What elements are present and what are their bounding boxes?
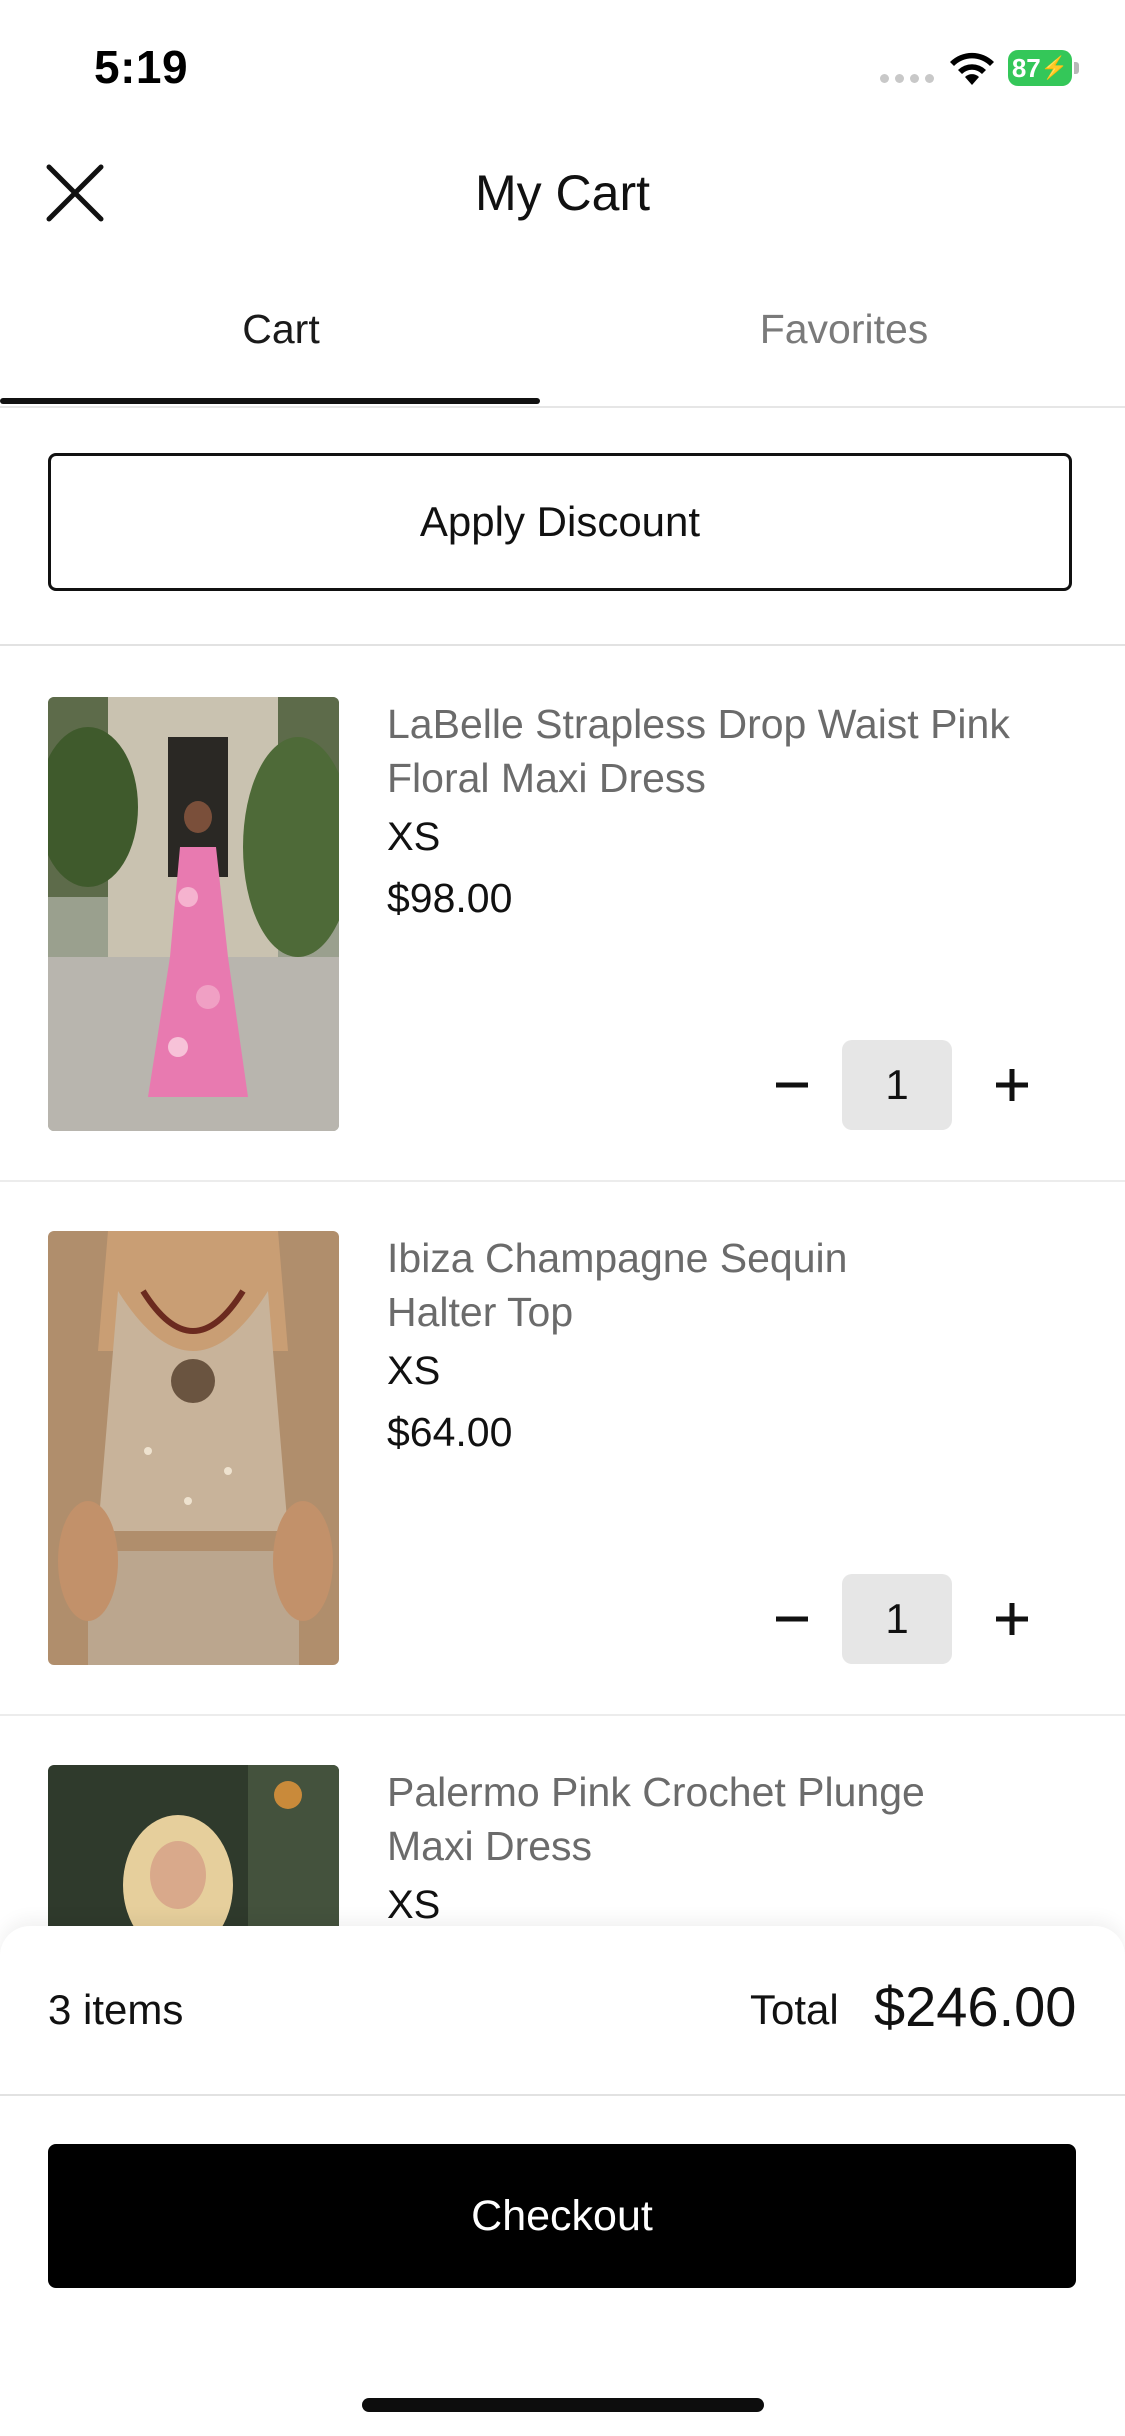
apply-discount-button[interactable]: Apply Discount	[48, 453, 1072, 591]
cart-item: LaBelle Strapless Drop Waist Pink Floral…	[0, 697, 1125, 1181]
increase-quantity-button[interactable]	[972, 1040, 1052, 1130]
divider	[0, 2094, 1125, 2096]
product-name[interactable]: Ibiza Champagne Sequin Halter Top	[387, 1231, 907, 1339]
increase-quantity-button[interactable]	[972, 1574, 1052, 1664]
total-amount: $246.00	[874, 1975, 1077, 2038]
items-count: 3 items	[48, 1986, 184, 2033]
quantity-value: 1	[842, 1574, 952, 1664]
product-price: $64.00	[387, 1409, 513, 1455]
battery-icon: 87 ⚡	[1008, 50, 1079, 86]
product-size: XS	[387, 1883, 441, 1927]
tab-favorites[interactable]: Favorites	[563, 290, 1125, 406]
minus-icon	[776, 1616, 808, 1622]
product-image[interactable]	[48, 1231, 339, 1665]
quantity-stepper: 1	[752, 1574, 1052, 1664]
decrease-quantity-button[interactable]	[752, 1574, 832, 1664]
status-bar: 5:19 87 ⚡	[0, 0, 1125, 140]
product-price: $98.00	[387, 875, 513, 921]
checkout-button[interactable]: Checkout	[48, 2144, 1076, 2288]
total-label: Total	[750, 1986, 839, 2033]
tab-favorites-label: Favorites	[759, 306, 929, 352]
tab-cart-label: Cart	[242, 306, 320, 352]
cart-summary-panel: 3 items Total $246.00 Checkout	[0, 1926, 1125, 2436]
divider	[0, 1180, 1125, 1182]
quantity-stepper: 1	[752, 1040, 1052, 1130]
cellular-signal-icon	[880, 74, 934, 83]
cart-item: Ibiza Champagne Sequin Halter Top XS $64…	[0, 1231, 1125, 1715]
product-image[interactable]	[48, 697, 339, 1131]
battery-level: 87	[1011, 52, 1041, 83]
plus-icon	[996, 1603, 1028, 1635]
product-size: XS	[387, 1349, 441, 1393]
active-tab-indicator	[0, 398, 540, 404]
status-time: 5:19	[94, 41, 189, 93]
page-title: My Cart	[475, 165, 650, 221]
product-name[interactable]: Palermo Pink Crochet Plunge Maxi Dress	[387, 1765, 1007, 1873]
plus-icon	[996, 1069, 1028, 1101]
wifi-icon	[950, 52, 994, 85]
minus-icon	[776, 1082, 808, 1088]
divider	[0, 644, 1125, 646]
home-indicator[interactable]	[362, 2398, 764, 2412]
quantity-value: 1	[842, 1040, 952, 1130]
divider	[0, 1714, 1125, 1716]
tab-cart[interactable]: Cart	[0, 290, 562, 406]
decrease-quantity-button[interactable]	[752, 1040, 832, 1130]
product-size: XS	[387, 815, 441, 859]
product-name[interactable]: LaBelle Strapless Drop Waist Pink Floral…	[387, 697, 1077, 805]
tab-bar: Cart Favorites	[0, 290, 1125, 408]
